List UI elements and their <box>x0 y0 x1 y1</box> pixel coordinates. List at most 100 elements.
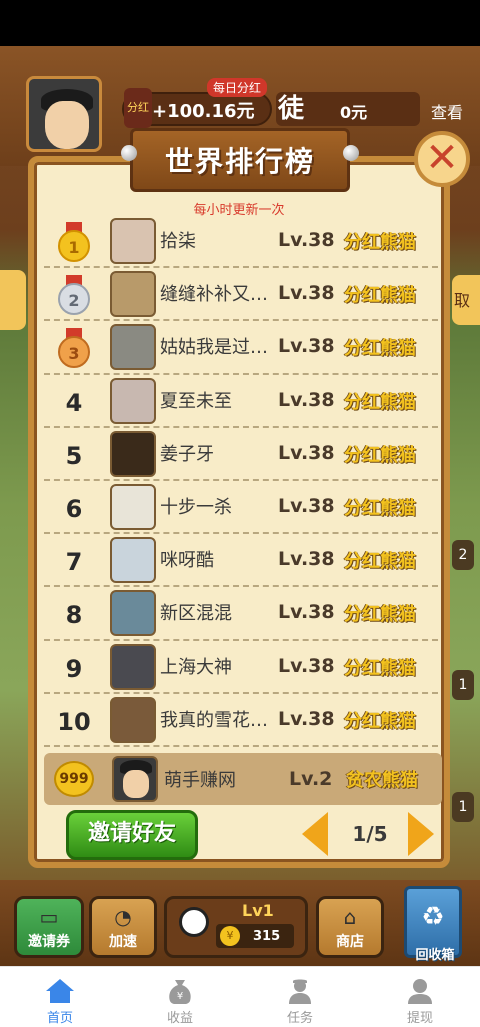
panda-level: Lv1 <box>242 901 274 920</box>
player-title: 分红熊猫 <box>344 497 416 519</box>
ranking-row[interactable]: 4 夏至未至 Lv.38 分红熊猫 <box>44 375 438 428</box>
player-name: 夏至未至 <box>160 390 232 412</box>
tab-home[interactable]: 首页 <box>0 967 120 1027</box>
bottom-tab-bar: 首页 ¥ 收益 任务 提现 <box>0 966 480 1027</box>
player-name: 姜子牙 <box>160 443 214 465</box>
ranking-row[interactable]: 1 拾柒 Lv.38 分红熊猫 <box>44 215 438 269</box>
my-level: Lv.2 <box>289 768 333 790</box>
ranking-row[interactable]: 9 上海大神 Lv.38 分红熊猫 <box>44 641 438 694</box>
player-name: 咪呀酷 <box>160 550 214 572</box>
player-photo <box>110 590 156 637</box>
tab-withdraw[interactable]: 提现 <box>360 967 480 1027</box>
ranking-row[interactable]: 3 姑姑我是过… Lv.38 分红熊猫 <box>44 321 438 375</box>
shop-button[interactable]: ⌂ 商店 <box>316 896 384 958</box>
player-photo <box>110 483 156 530</box>
my-name: 萌手赚网 <box>164 770 236 791</box>
tab-earnings[interactable]: ¥ 收益 <box>120 967 240 1027</box>
side-right-button[interactable]: 取 <box>452 275 480 325</box>
rank-number: 9 <box>65 654 83 683</box>
money-icon: 分红 <box>124 88 152 128</box>
svg-text:¥: ¥ <box>177 991 183 1002</box>
player-name: 新区混混 <box>160 603 232 625</box>
view-link[interactable]: 查看 <box>431 99 463 123</box>
player-photo <box>110 537 156 584</box>
side-count-badge: 2 <box>452 540 474 570</box>
side-count-badge: 1 <box>452 792 474 822</box>
player-title: 分红熊猫 <box>344 338 416 360</box>
my-rank-row: 999 萌手赚网 Lv.2 贫农熊猫 <box>44 753 442 805</box>
rank-number: 8 <box>65 601 83 630</box>
ticket-icon: ▭ <box>39 905 59 929</box>
daily-dividend-tag: 每日分红 <box>207 78 268 97</box>
player-title: 分红熊猫 <box>344 285 416 307</box>
player-photo <box>110 324 156 371</box>
user-icon <box>408 979 432 1004</box>
player-level: Lv.38 <box>278 601 335 624</box>
player-title: 分红熊猫 <box>344 232 416 253</box>
player-title: 分红熊猫 <box>344 604 416 626</box>
player-photo <box>110 377 156 424</box>
speed-up-button[interactable]: ◔ 加速 <box>89 896 157 958</box>
side-count-badge: 1 <box>452 670 474 700</box>
ranking-list: 1 拾柒 Lv.38 分红熊猫 2 缝缝补补又… Lv.38 分红熊猫 3 姑姑我是过… Lv.38… <box>44 215 438 747</box>
my-title: 贫农熊猫 <box>346 770 418 791</box>
ranking-row[interactable]: 6 十步一杀 Lv.38 分红熊猫 <box>44 481 438 535</box>
dividend-amount: +100.16元 <box>152 101 255 122</box>
status-bar <box>0 0 480 46</box>
player-title: 分红熊猫 <box>344 444 416 466</box>
apprentice-amount: 0元 <box>340 103 368 122</box>
medal-icon: 3 <box>56 328 92 369</box>
previous-page-icon[interactable] <box>302 812 328 856</box>
speedometer-icon: ◔ <box>114 905 132 929</box>
ranking-row[interactable]: 8 新区混混 Lv.38 分红熊猫 <box>44 587 438 641</box>
player-photo <box>110 430 156 477</box>
rank-number: 5 <box>65 441 83 470</box>
tab-tasks[interactable]: 任务 <box>240 967 360 1027</box>
player-level: Lv.38 <box>278 388 335 411</box>
player-name: 上海大神 <box>160 656 232 678</box>
player-level: Lv.38 <box>278 335 335 358</box>
invite-friends-button[interactable]: 邀请好友 <box>66 810 198 860</box>
rank-number: 7 <box>65 548 83 577</box>
ranking-row[interactable]: 2 缝缝补补又… Lv.38 分红熊猫 <box>44 268 438 322</box>
rank-number: 6 <box>65 494 83 523</box>
my-rank-badge: 999 <box>54 761 94 797</box>
home-icon <box>46 979 74 1003</box>
player-level: Lv.38 <box>278 654 335 677</box>
worker-icon <box>289 979 311 1004</box>
money-bag-icon: ¥ <box>169 980 191 1004</box>
player-name: 姑姑我是过… <box>160 337 268 359</box>
page-indicator: 1/5 <box>352 822 388 846</box>
player-photo <box>110 218 156 264</box>
player-photo <box>110 643 156 690</box>
close-button[interactable]: ✕ <box>414 131 470 187</box>
player-name: 我真的雪花… <box>160 709 268 731</box>
ranking-row[interactable]: 7 咪呀酷 Lv.38 分红熊猫 <box>44 534 438 588</box>
player-level: Lv.38 <box>278 494 335 517</box>
panda-coins: 315 <box>253 929 281 944</box>
my-avatar <box>112 756 158 802</box>
player-level: Lv.38 <box>278 229 335 251</box>
player-level: Lv.38 <box>278 441 335 464</box>
player-level: Lv.38 <box>278 707 335 730</box>
player-photo <box>110 271 156 318</box>
ranking-row[interactable]: 10 我真的雪花… Lv.38 分红熊猫 <box>44 694 438 747</box>
rank-number: 4 <box>65 388 83 417</box>
next-page-icon[interactable] <box>408 812 434 856</box>
player-avatar[interactable] <box>26 76 102 152</box>
panda-icon <box>179 907 209 937</box>
player-title: 分红熊猫 <box>344 551 416 573</box>
invite-coupon-button[interactable]: ▭ 邀请券 <box>14 896 84 958</box>
side-left-button[interactable] <box>0 270 26 330</box>
modal-title: 世界排行榜 <box>164 145 315 178</box>
ranking-row[interactable]: 5 姜子牙 Lv.38 分红熊猫 <box>44 428 438 481</box>
recycle-label: 回收箱 <box>415 948 455 963</box>
apprentice-label: 徒 <box>278 94 305 124</box>
player-level: Lv.38 <box>278 282 335 305</box>
medal-icon: 2 <box>56 275 92 316</box>
player-title: 分红熊猫 <box>344 391 416 413</box>
rank-number: 10 <box>57 707 91 736</box>
medal-icon: 1 <box>56 222 92 262</box>
player-name: 十步一杀 <box>160 496 232 518</box>
coin-icon: ¥ <box>220 926 240 946</box>
